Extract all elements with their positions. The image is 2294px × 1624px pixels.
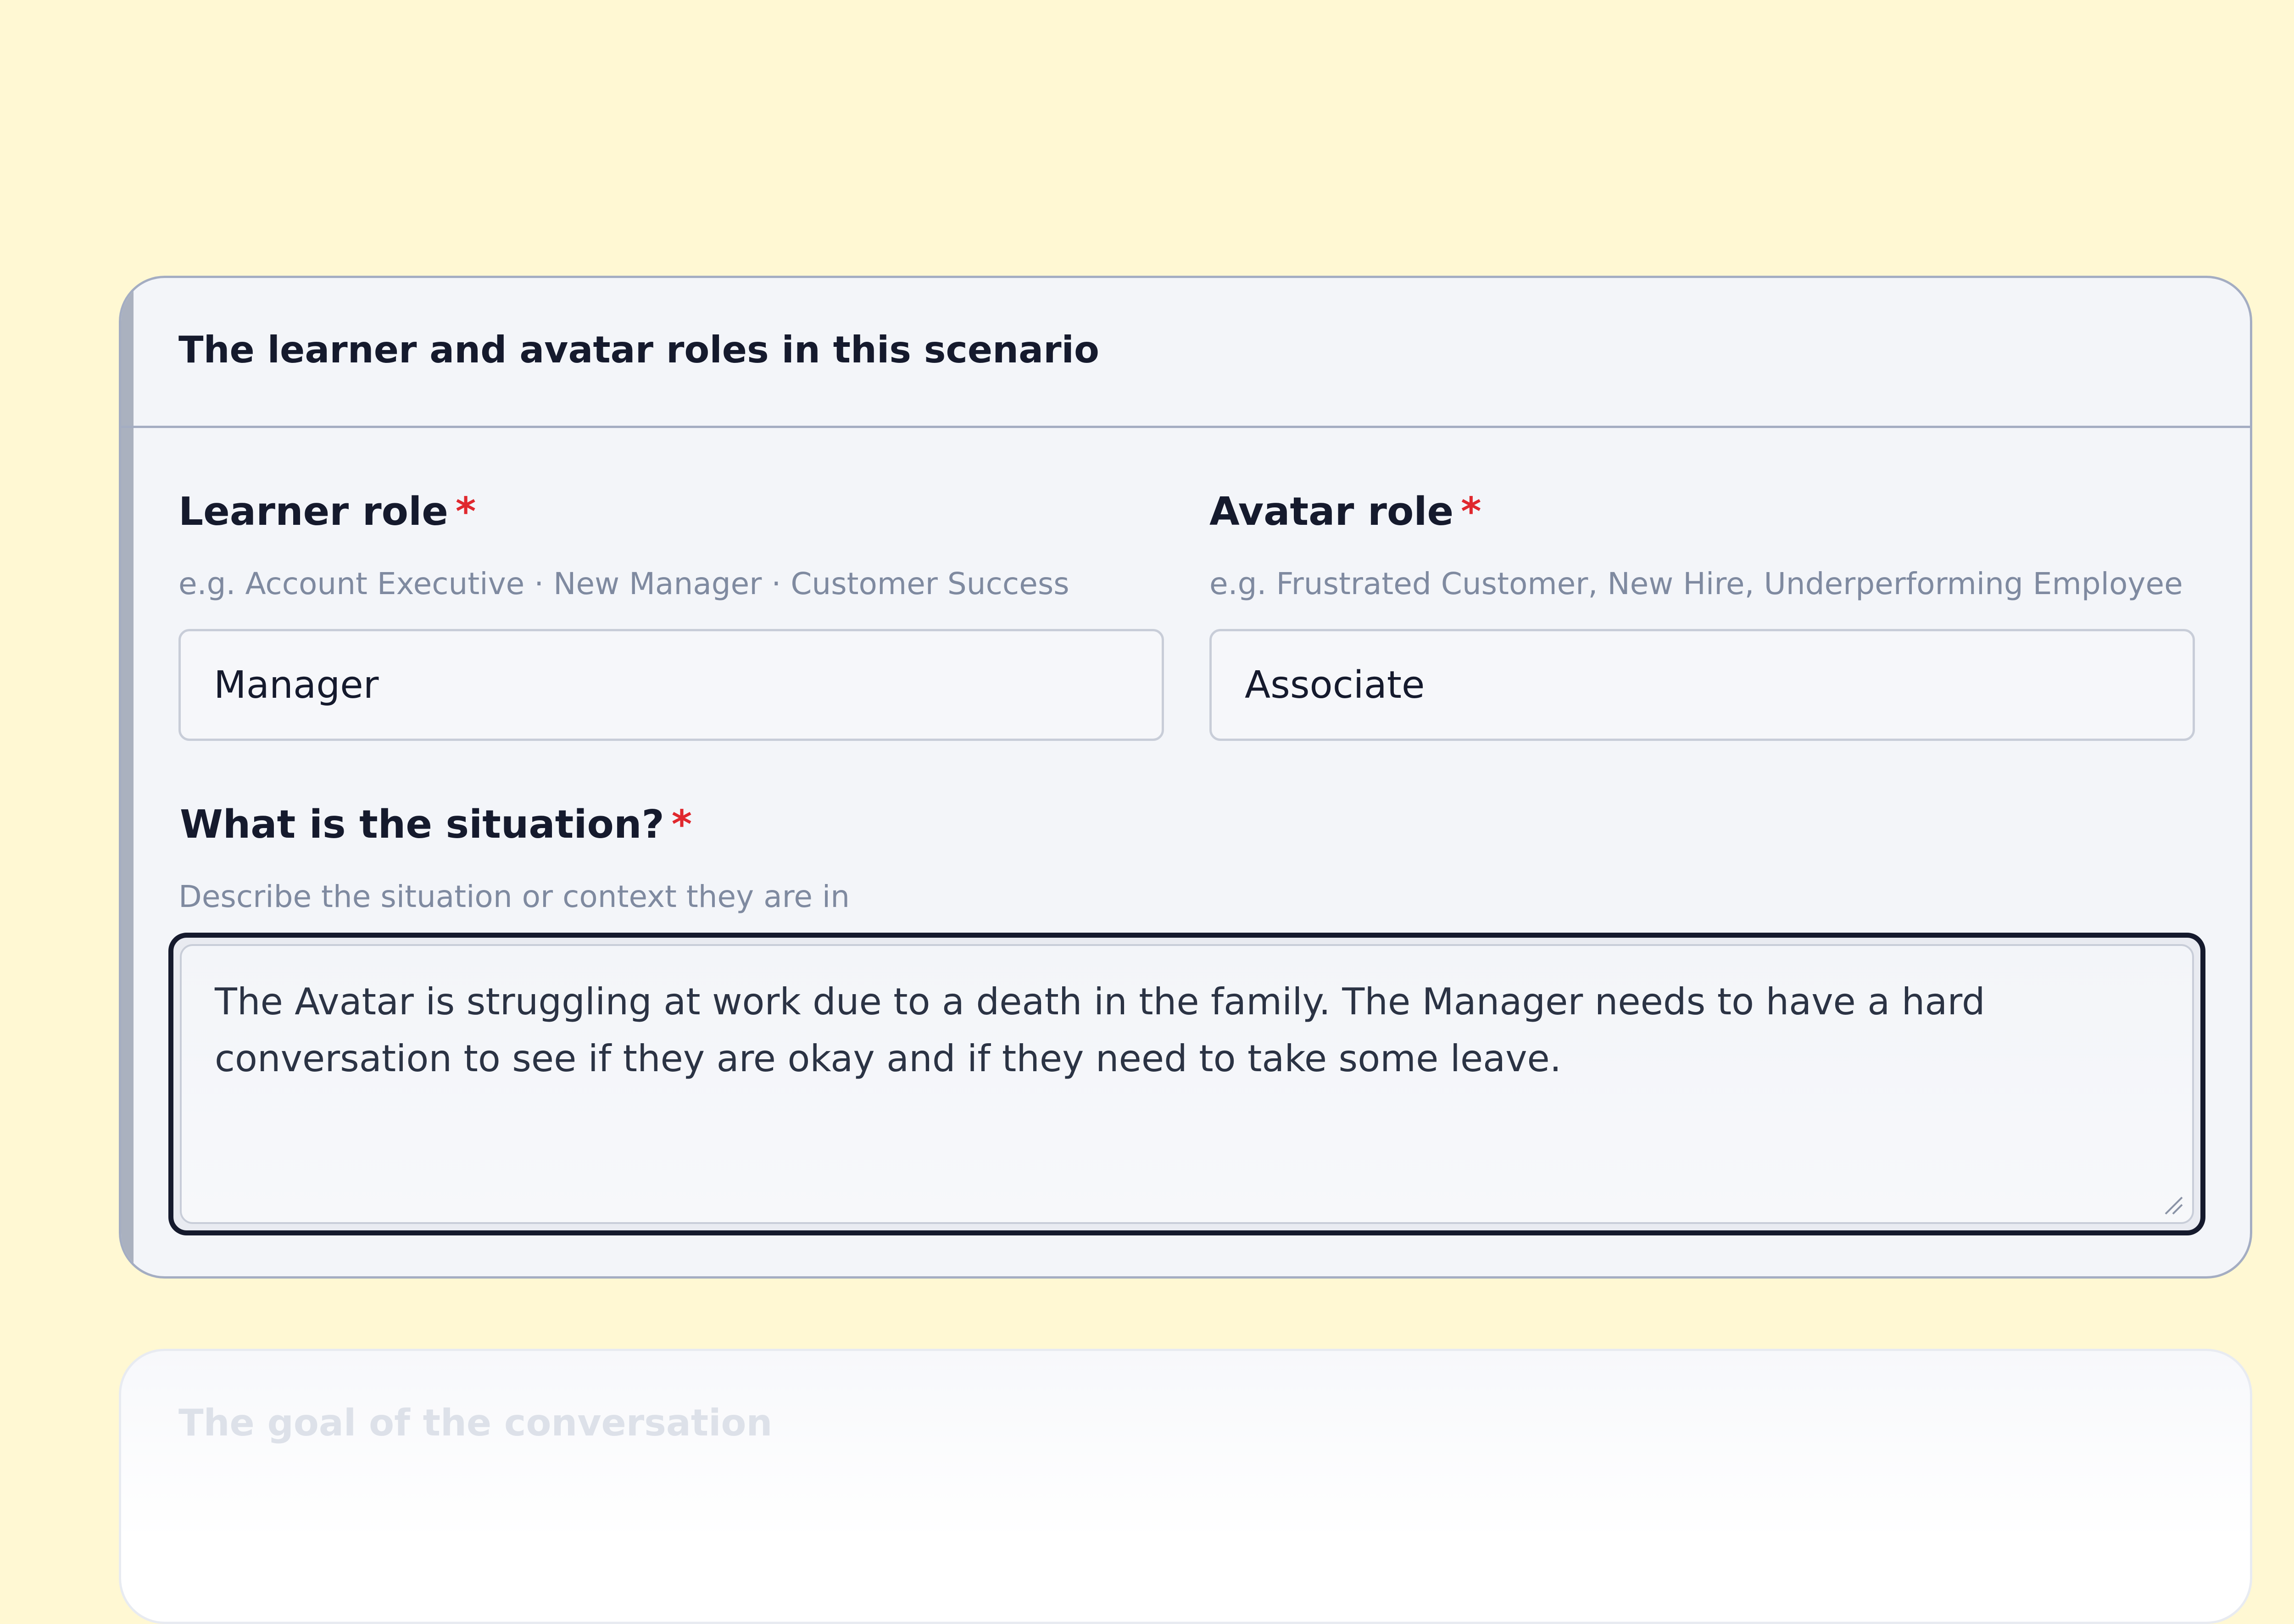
situation-textarea-focus-ring: The Avatar is struggling at work due to …: [168, 933, 2205, 1235]
avatar-role-hint: e.g. Frustrated Customer, New Hire, Unde…: [1209, 566, 2183, 601]
avatar-role-label-text: Avatar role: [1209, 489, 1454, 534]
avatar-role-label: Avatar role *: [1209, 489, 1481, 534]
resize-handle-icon[interactable]: [2163, 1195, 2184, 1216]
situation-label-text: What is the situation?: [180, 802, 664, 847]
roles-card: The learner and avatar roles in this sce…: [119, 276, 2252, 1279]
required-marker: *: [455, 489, 476, 534]
roles-card-header: The learner and avatar roles in this sce…: [121, 278, 2250, 428]
situation-textarea[interactable]: The Avatar is struggling at work due to …: [180, 944, 2194, 1224]
goal-card: The goal of the conversation: [119, 1349, 2252, 1624]
required-marker: *: [671, 802, 692, 847]
learner-role-label-text: Learner role: [178, 489, 448, 534]
learner-role-label: Learner role *: [178, 489, 476, 534]
learner-role-hint: e.g. Account Executive · New Manager · C…: [178, 566, 1069, 601]
situation-hint: Describe the situation or context they a…: [178, 879, 850, 914]
roles-card-title: The learner and avatar roles in this sce…: [178, 328, 1099, 371]
learner-role-input[interactable]: [178, 629, 1164, 741]
goal-card-title: The goal of the conversation: [178, 1402, 773, 1444]
situation-label: What is the situation? *: [180, 802, 692, 847]
situation-text: The Avatar is struggling at work due to …: [215, 980, 1985, 1080]
avatar-role-input[interactable]: [1209, 629, 2195, 741]
required-marker: *: [1461, 489, 1481, 534]
